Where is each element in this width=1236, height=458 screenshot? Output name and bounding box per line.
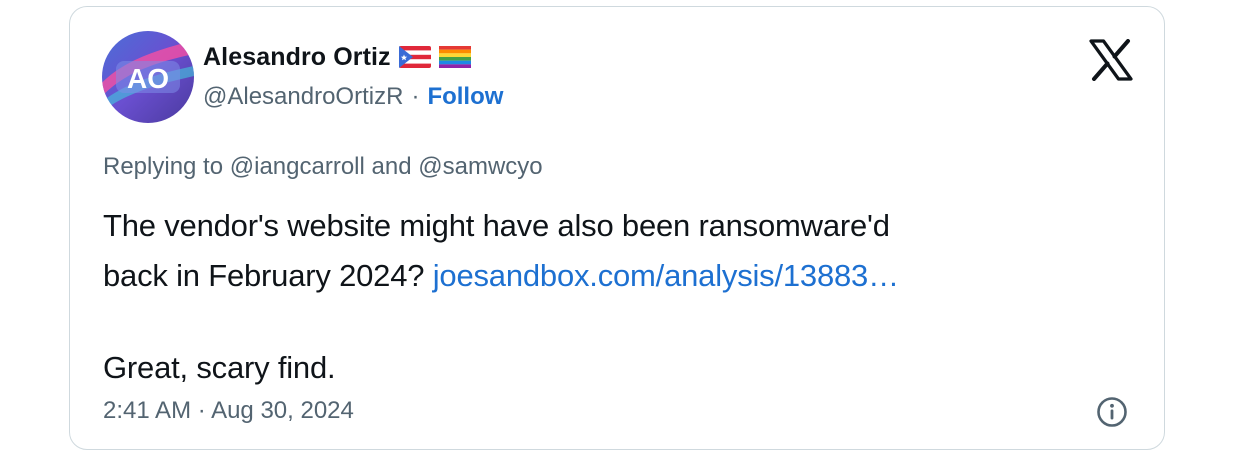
x-logo-icon[interactable]: [1088, 39, 1134, 81]
avatar-initials: AO: [127, 63, 169, 94]
follow-button[interactable]: Follow: [427, 83, 503, 111]
reply-mention-iangcarroll[interactable]: @iangcarroll: [230, 153, 365, 180]
handle-separator: ·: [411, 83, 420, 110]
tweet-embed-card: AO Alesandro Ortiz @AlesandroOrtizR · Fo…: [69, 6, 1165, 450]
tweet-text: The vendor's website might have also bee…: [103, 201, 1113, 393]
author-handle[interactable]: @AlesandroOrtizR: [203, 83, 403, 111]
author-name-row: Alesandro Ortiz: [203, 41, 471, 73]
tweet-line-3: Great, scary find.: [103, 350, 336, 385]
puerto-rico-flag-icon: [398, 46, 431, 68]
replying-to-line: Replying to @iangcarroll and @samwcyo: [103, 153, 543, 181]
tweet-timestamp[interactable]: 2:41 AM · Aug 30, 2024: [103, 397, 354, 425]
tweet-link[interactable]: joesandbox.com/analysis/13883…: [433, 258, 899, 293]
tweet-line-1: The vendor's website might have also bee…: [103, 208, 890, 243]
info-icon[interactable]: [1096, 396, 1128, 428]
rainbow-flag-icon: [438, 46, 471, 68]
author-handle-row: @AlesandroOrtizR · Follow: [203, 83, 503, 111]
avatar-image: AO: [102, 31, 194, 123]
reply-mention-samwcyo[interactable]: @samwcyo: [418, 153, 542, 180]
author-name[interactable]: Alesandro Ortiz: [203, 43, 391, 72]
tweet-line-2: back in February 2024? joesandbox.com/an…: [103, 251, 1113, 301]
reply-conjunction: and: [371, 153, 412, 180]
tweet-time: 2:41 AM: [103, 397, 192, 424]
tweet-date: Aug 30, 2024: [211, 397, 354, 424]
avatar[interactable]: AO: [102, 31, 194, 123]
tweet-line-2-text: back in February 2024?: [103, 258, 425, 293]
replying-prefix: Replying to: [103, 153, 224, 180]
timestamp-separator: ·: [197, 397, 206, 424]
